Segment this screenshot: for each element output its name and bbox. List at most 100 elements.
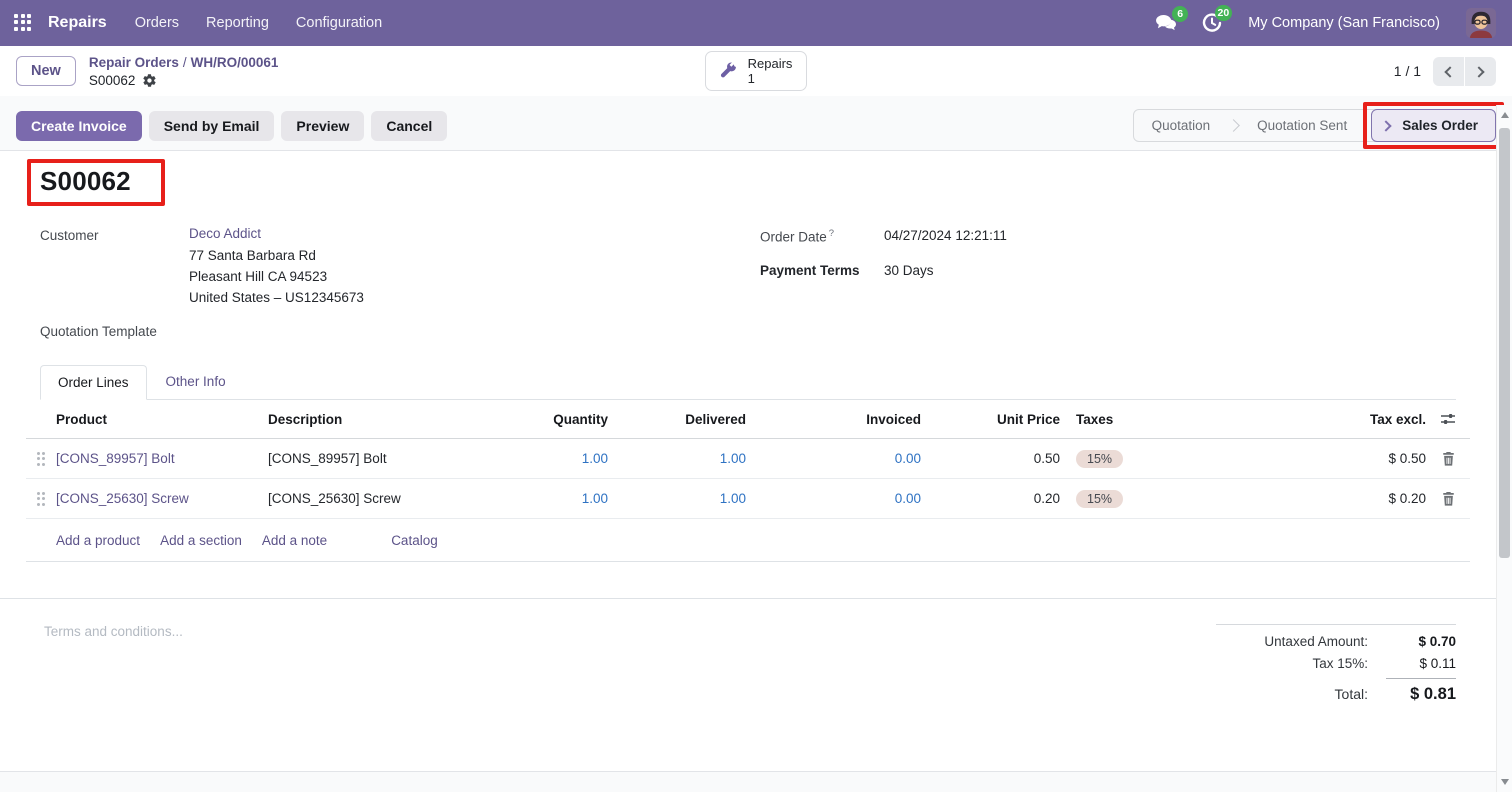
cell-product[interactable]: [CONS_89957] Bolt bbox=[56, 451, 175, 466]
header-description: Description bbox=[268, 412, 508, 427]
top-navbar: Repairs Orders Reporting Configuration 6… bbox=[0, 0, 1512, 46]
scrollbar-down-arrow[interactable] bbox=[1501, 779, 1509, 785]
tax-badge[interactable]: 15% bbox=[1076, 490, 1123, 508]
cell-description[interactable]: [CONS_25630] Screw bbox=[268, 491, 508, 506]
cell-product[interactable]: [CONS_25630] Screw bbox=[56, 491, 189, 506]
add-note-link[interactable]: Add a note bbox=[262, 533, 327, 548]
cell-delivered[interactable]: 1.00 bbox=[608, 451, 746, 466]
user-avatar[interactable] bbox=[1466, 8, 1496, 38]
activities-icon[interactable]: 20 bbox=[1202, 13, 1222, 33]
smart-button-count: 1 bbox=[748, 71, 793, 86]
total-label: Total: bbox=[1335, 686, 1368, 702]
header-taxes: Taxes bbox=[1060, 412, 1250, 427]
add-product-link[interactable]: Add a product bbox=[56, 533, 140, 548]
tax-badge[interactable]: 15% bbox=[1076, 450, 1123, 468]
systray: 6 20 My Company (San Francisco) bbox=[1155, 8, 1496, 38]
statusbar: Quotation Quotation Sent Sales Order bbox=[1133, 109, 1496, 142]
app-menu-repairs[interactable]: Repairs bbox=[48, 14, 107, 32]
catalog-link[interactable]: Catalog bbox=[391, 533, 438, 548]
cell-quantity[interactable]: 1.00 bbox=[508, 451, 608, 466]
header-unit-price: Unit Price bbox=[921, 412, 1060, 427]
cell-unit-price[interactable]: 0.50 bbox=[921, 451, 1060, 466]
cell-description[interactable]: [CONS_89957] Bolt bbox=[268, 451, 508, 466]
new-button[interactable]: New bbox=[16, 56, 76, 86]
header-quantity: Quantity bbox=[508, 412, 608, 427]
drag-handle-icon[interactable] bbox=[37, 492, 46, 506]
delete-line-button[interactable] bbox=[1426, 492, 1470, 506]
order-date-field[interactable]: 04/27/2024 12:21:11 bbox=[884, 226, 1007, 245]
chevron-right-icon bbox=[1473, 66, 1484, 77]
status-step-quotation[interactable]: Quotation bbox=[1134, 110, 1229, 141]
header-product: Product bbox=[56, 412, 268, 427]
vertical-scrollbar bbox=[1496, 105, 1512, 792]
customer-link[interactable]: Deco Addict bbox=[189, 226, 364, 241]
header-tax-excl: Tax excl. bbox=[1250, 412, 1426, 427]
control-panel: New Repair Orders/WH/RO/00061 S00062 bbox=[0, 46, 1512, 96]
total-separator bbox=[1386, 678, 1456, 679]
pager-next-button[interactable] bbox=[1465, 57, 1496, 86]
send-by-email-button[interactable]: Send by Email bbox=[149, 111, 275, 141]
tab-order-lines[interactable]: Order Lines bbox=[40, 365, 147, 400]
delete-line-button[interactable] bbox=[1426, 452, 1470, 466]
messages-icon[interactable]: 6 bbox=[1155, 14, 1178, 33]
cell-invoiced[interactable]: 0.00 bbox=[746, 451, 921, 466]
form-sheet: S00062 Customer Deco Addict 77 Santa Bar… bbox=[0, 150, 1496, 772]
pager-previous-button[interactable] bbox=[1433, 57, 1464, 86]
scrollbar-up-arrow[interactable] bbox=[1501, 112, 1509, 118]
payment-terms-field[interactable]: 30 Days bbox=[884, 261, 934, 278]
notebook-tabs: Order Lines Other Info bbox=[40, 365, 1456, 400]
breadcrumb-repair-ref[interactable]: WH/RO/00061 bbox=[191, 55, 279, 70]
menu-orders[interactable]: Orders bbox=[135, 15, 179, 31]
chevron-left-icon bbox=[1444, 66, 1455, 77]
form-statusbar-row: Create Invoice Send by Email Preview Can… bbox=[0, 96, 1512, 150]
header-invoiced: Invoiced bbox=[746, 412, 921, 427]
trash-icon bbox=[1442, 452, 1455, 466]
record-title[interactable]: S00062 bbox=[40, 166, 131, 197]
annotation-box-title: S00062 bbox=[27, 159, 165, 206]
menu-configuration[interactable]: Configuration bbox=[296, 15, 382, 31]
customer-address-line2: Pleasant Hill CA 94523 bbox=[189, 266, 364, 287]
column-options-icon[interactable] bbox=[1426, 413, 1470, 425]
breadcrumb: Repair Orders/WH/RO/00061 S00062 bbox=[89, 54, 279, 89]
customer-label: Customer bbox=[40, 226, 189, 308]
payment-terms-label: Payment Terms bbox=[760, 261, 884, 278]
status-active-chevron-icon bbox=[1381, 120, 1392, 131]
total-value: $ 0.81 bbox=[1368, 685, 1456, 704]
tab-other-info[interactable]: Other Info bbox=[149, 365, 243, 399]
apps-grid-icon[interactable] bbox=[14, 14, 33, 33]
pager-value: 1 / 1 bbox=[1394, 63, 1421, 79]
add-section-link[interactable]: Add a section bbox=[160, 533, 242, 548]
header-delivered: Delivered bbox=[608, 412, 746, 427]
untaxed-amount-label: Untaxed Amount: bbox=[1264, 634, 1368, 649]
status-separator-icon bbox=[1227, 119, 1240, 132]
breadcrumb-repair-orders[interactable]: Repair Orders bbox=[89, 55, 179, 70]
create-invoice-button[interactable]: Create Invoice bbox=[16, 111, 142, 141]
scrollbar-thumb[interactable] bbox=[1499, 128, 1510, 558]
status-step-sales-order-label: Sales Order bbox=[1402, 118, 1478, 133]
table-row: [CONS_25630] Screw [CONS_25630] Screw 1.… bbox=[26, 479, 1470, 519]
terms-and-conditions-input[interactable]: Terms and conditions... bbox=[40, 624, 183, 711]
cell-delivered[interactable]: 1.00 bbox=[608, 491, 746, 506]
table-footer-row: Add a product Add a section Add a note C… bbox=[26, 519, 1470, 562]
order-date-help-icon: ? bbox=[829, 228, 834, 239]
action-gear-icon[interactable] bbox=[142, 73, 157, 88]
menu-reporting[interactable]: Reporting bbox=[206, 15, 269, 31]
preview-button[interactable]: Preview bbox=[281, 111, 364, 141]
cell-unit-price[interactable]: 0.20 bbox=[921, 491, 1060, 506]
messages-count-badge: 6 bbox=[1172, 6, 1188, 22]
cell-quantity[interactable]: 1.00 bbox=[508, 491, 608, 506]
totals-block: Untaxed Amount: $ 0.70 Tax 15%: $ 0.11 T… bbox=[1216, 624, 1456, 711]
odoo-window: Repairs Orders Reporting Configuration 6… bbox=[0, 0, 1512, 792]
wrench-icon bbox=[718, 61, 738, 81]
status-step-quotation-sent[interactable]: Quotation Sent bbox=[1239, 110, 1365, 141]
breadcrumb-current: S00062 bbox=[89, 72, 136, 89]
drag-handle-icon[interactable] bbox=[37, 452, 46, 466]
status-step-sales-order[interactable]: Sales Order bbox=[1371, 109, 1496, 142]
repairs-smart-button[interactable]: Repairs 1 bbox=[705, 51, 808, 91]
cell-invoiced[interactable]: 0.00 bbox=[746, 491, 921, 506]
company-switcher[interactable]: My Company (San Francisco) bbox=[1248, 15, 1440, 31]
order-lines-table: Product Description Quantity Delivered I… bbox=[26, 400, 1470, 562]
cancel-button[interactable]: Cancel bbox=[371, 111, 447, 141]
table-row: [CONS_89957] Bolt [CONS_89957] Bolt 1.00… bbox=[26, 439, 1470, 479]
tax-label: Tax 15%: bbox=[1312, 656, 1368, 671]
